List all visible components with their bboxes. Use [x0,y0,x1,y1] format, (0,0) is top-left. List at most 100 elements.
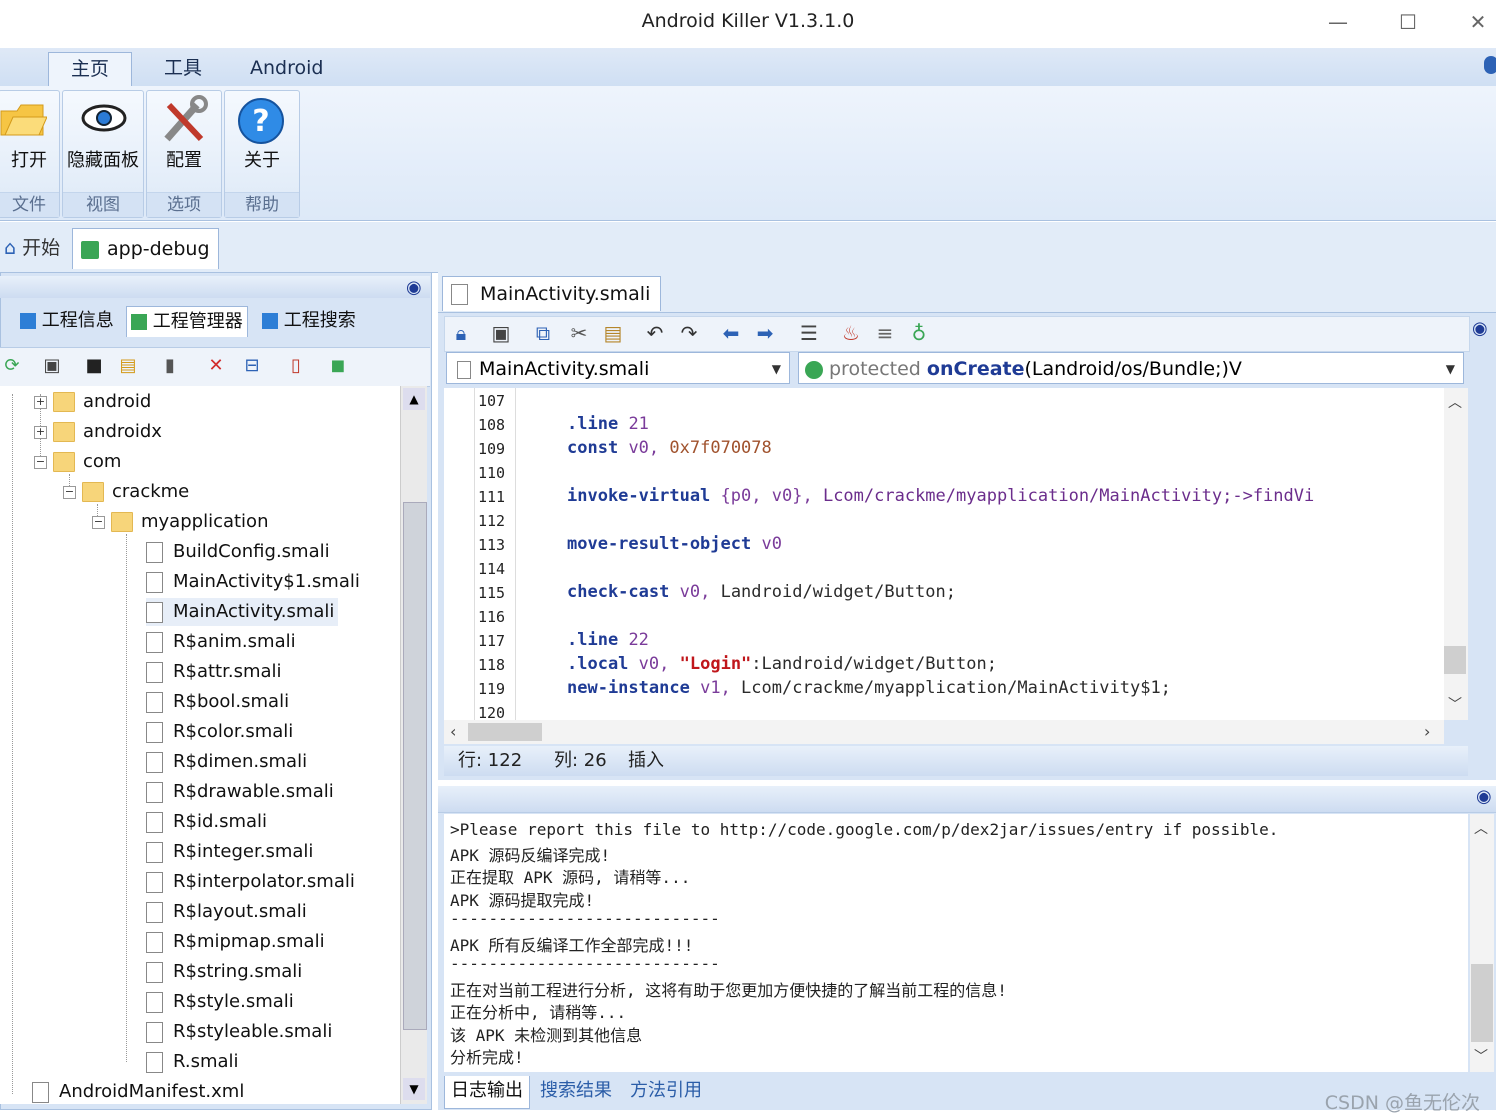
tree-file-item[interactable]: R$bool.smali [146,688,289,716]
collapse-icon[interactable]: − [92,515,105,529]
help-icon[interactable] [1484,56,1496,74]
forward-arrow-icon[interactable]: ➡ [752,320,778,346]
tree-folder-item[interactable]: + android [34,388,151,416]
collapse-icon[interactable]: − [34,455,47,469]
collapse-icon[interactable]: − [63,485,76,499]
log-scrollbar[interactable]: ︿ ﹀ [1470,814,1494,1072]
tree-scroll-thumb[interactable] [403,502,427,1030]
open-dir-icon[interactable]: ▤ [116,354,140,378]
tree-file-item[interactable]: R.smali [146,1048,239,1076]
panel-eye-icon[interactable]: ◉ [406,277,422,298]
code-horizontal-scrollbar[interactable]: ‹ › [444,720,1444,744]
scroll-down-icon[interactable]: ▼ [403,1078,425,1100]
ribbon-tab-home[interactable]: 主页 [48,52,133,87]
config-button[interactable]: 配置 [147,151,221,171]
log-line: APK 源码反编译完成! [450,846,611,865]
chevron-down-icon[interactable]: ﹀ [1474,1046,1488,1066]
minimize-button[interactable]: — [1320,8,1356,36]
line-number: 117 [478,632,506,650]
rename-icon[interactable]: ⊟ [240,354,264,378]
log-eye-icon[interactable]: ◉ [1476,786,1492,807]
code-vertical-scrollbar[interactable]: ︿ ﹀ [1444,388,1468,720]
import-icon[interactable]: ▣ [40,354,64,378]
java-icon[interactable]: ♨ [838,320,864,346]
delete-icon[interactable]: ✕ [204,354,228,378]
tree-item-label: R$id.smali [173,811,268,832]
tab-project-search[interactable]: 工程搜索 [258,306,360,336]
tree-file-item[interactable]: AndroidManifest.xml [32,1078,244,1106]
open-button[interactable]: 打开 [0,151,59,171]
tree-file-item[interactable]: R$color.smali [146,718,293,746]
undo-icon[interactable]: ↶ [642,320,668,346]
tree-file-item[interactable]: MainActivity.smali [146,598,339,626]
tree-file-item[interactable]: R$styleable.smali [146,1018,332,1046]
indent-icon[interactable]: ☰ [796,320,822,346]
back-arrow-icon[interactable]: ⬅ [718,320,744,346]
scroll-up-icon[interactable]: ▲ [403,388,425,410]
tree-file-item[interactable]: R$layout.smali [146,898,307,926]
tree-folder-item[interactable]: − crackme [63,478,189,506]
bookmark-icon[interactable]: ▮ [158,354,182,378]
refresh-icon[interactable]: ⟳ [0,354,24,378]
expand-icon[interactable]: + [34,395,47,409]
compile-icon[interactable]: ♁ [906,320,932,346]
paste-icon[interactable]: ▤ [600,320,626,346]
tree-file-item[interactable]: R$string.smali [146,958,302,986]
project-panel-header [0,276,430,298]
log-output[interactable]: >Please report this file to http://code.… [444,814,1468,1072]
tab-app-debug[interactable]: app-debug [72,228,219,269]
chevron-up-icon[interactable]: ︿ [1448,392,1462,412]
copy-icon[interactable]: ⧉ [530,320,556,346]
method-combo[interactable]: protected onCreate(Landroid/os/Bundle;)V… [798,352,1464,384]
hide-panel-button[interactable]: 隐藏面板 [63,151,143,171]
tree-file-item[interactable]: R$anim.smali [146,628,296,656]
tab-search-results[interactable]: 搜索结果 [534,1076,618,1108]
text-file-icon[interactable]: ▯ [284,354,308,378]
cut-icon[interactable]: ✂ [566,320,592,346]
close-button[interactable]: ✕ [1460,8,1496,36]
maximize-button[interactable]: ☐ [1390,8,1426,36]
tree-file-item[interactable]: R$integer.smali [146,838,313,866]
tab-log-output[interactable]: 日志输出 [444,1076,530,1109]
tree-file-item[interactable]: MainActivity$1.smali [146,568,360,596]
tab-project-manager[interactable]: 工程管理器 [126,306,248,337]
tree-file-item[interactable]: R$mipmap.smali [146,928,325,956]
tree-file-item[interactable]: R$id.smali [146,808,267,836]
document-tab-bar [0,222,1496,273]
group-label-options: 选项 [147,192,221,217]
tree-folder-item[interactable]: + androidx [34,418,162,446]
ribbon-tab-tools[interactable]: 工具 [142,52,224,86]
tree-file-item[interactable]: R$style.smali [146,988,294,1016]
redo-icon[interactable]: ↷ [676,320,702,346]
save-icon[interactable]: ▣ [488,320,514,346]
expand-icon[interactable]: + [34,425,47,439]
terminal-icon[interactable]: ■ [82,354,106,378]
chevron-right-icon[interactable]: › [1424,722,1430,741]
ribbon-tab-android[interactable]: Android [228,52,345,86]
tab-method-refs[interactable]: 方法引用 [624,1076,708,1108]
tab-start[interactable]: ⌂ 开始 [0,228,68,268]
tree-file-item[interactable]: R$interpolator.smali [146,868,355,896]
tree-scrollbar[interactable]: ▲ ▼ [400,386,427,1104]
code-scroll-thumb[interactable] [1444,646,1466,674]
tree-file-item[interactable]: R$drawable.smali [146,778,334,806]
chevron-up-icon[interactable]: ︿ [1474,818,1488,838]
tab-project-info[interactable]: 工程信息 [16,306,118,336]
chevron-left-icon[interactable]: ‹ [450,722,456,741]
tree-file-item[interactable]: R$attr.smali [146,658,282,686]
file-combo[interactable]: MainActivity.smali ▼ [446,352,790,384]
editor-toolbar [444,316,1470,352]
lock-icon[interactable]: 🔒︎ [448,320,474,346]
tree-folder-item[interactable]: − myapplication [92,508,268,536]
about-button[interactable]: 关于 [225,151,299,171]
editor-tab-mainactivity[interactable]: MainActivity.smali [442,276,662,311]
chevron-down-icon[interactable]: ﹀ [1448,694,1462,714]
tree-file-item[interactable]: BuildConfig.smali [146,538,330,566]
tree-file-item[interactable]: R$dimen.smali [146,748,307,776]
tree-folder-item[interactable]: − com [34,448,121,476]
format-icon[interactable]: ≡ [872,320,898,346]
android-build-icon[interactable]: ◼ [326,354,350,378]
hscroll-thumb[interactable] [468,723,542,741]
log-scroll-thumb[interactable] [1471,964,1493,1042]
editor-eye-icon[interactable]: ◉ [1472,318,1488,339]
